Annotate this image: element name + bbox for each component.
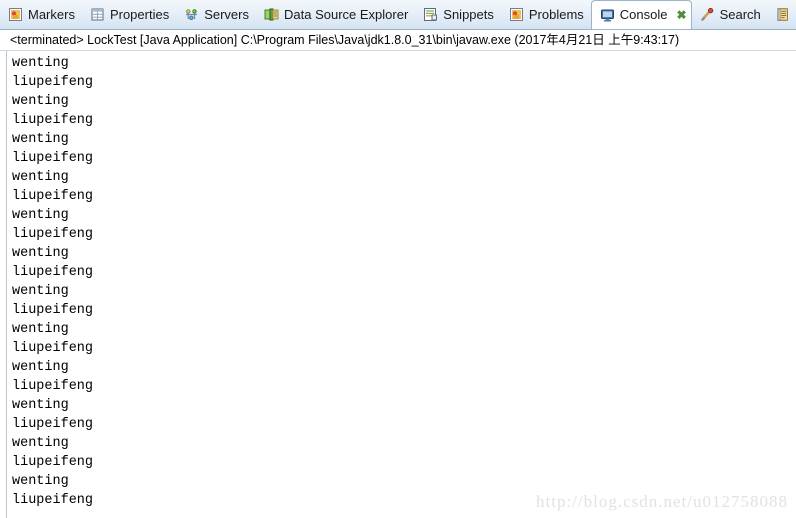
eclipse-console-window: Markers Properties Servers Data Source E… [0,0,796,518]
tab-label: Console [619,7,668,22]
tab-console[interactable]: Console ✖ [590,0,692,29]
tab-label: Search [719,6,761,22]
tab-label: Problems [528,6,584,22]
snippets-icon [423,7,438,22]
console-line: liupeifeng [12,151,94,166]
history-icon [776,7,791,22]
tab-problems[interactable]: Problems [501,0,591,29]
console-line: wenting [12,246,69,261]
console-line: wenting [12,208,69,223]
tab-label: Properties [109,6,170,22]
console-line: liupeifeng [12,113,94,128]
console-line: wenting [12,398,69,413]
console-line: liupeifeng [12,227,94,242]
launch-configuration-header: <terminated> LockTest [Java Application]… [0,30,796,51]
console-line: liupeifeng [12,265,94,280]
console-line: wenting [12,436,69,451]
console-output-panel[interactable]: wenting liupeifeng wenting liupeifeng wentin… [0,51,796,518]
tab-snippets[interactable]: Snippets [415,0,501,29]
console-line: wenting [12,322,69,337]
tab-history[interactable]: History [768,0,796,29]
console-line: liupeifeng [12,189,94,204]
console-line: wenting [12,94,69,109]
view-tab-bar: Markers Properties Servers Data Source E… [0,0,796,30]
tab-label: Data Source Explorer [284,6,409,22]
console-line: wenting [12,474,69,489]
console-line: liupeifeng [12,379,94,394]
console-line: wenting [12,284,69,299]
markers-icon [8,7,23,22]
console-line: wenting [12,170,69,185]
tab-label: Markers [28,6,75,22]
console-line: liupeifeng [12,75,94,90]
tab-label: Snippets [443,6,494,22]
console-line: liupeifeng [12,455,94,470]
console-line: liupeifeng [12,303,94,318]
servers-icon [184,7,199,22]
tab-properties[interactable]: Properties [82,0,176,29]
console-icon [600,8,615,23]
console-line: wenting [12,360,69,375]
console-line-list: wenting liupeifeng wenting liupeifeng wentin… [12,54,796,510]
tab-search[interactable]: Search [692,0,768,29]
console-line: wenting [12,132,69,147]
watermark-url: http://blog.csdn.net/u012758088 [536,492,788,511]
tab-data-source-explorer[interactable]: Data Source Explorer [256,0,415,29]
tab-markers[interactable]: Markers [0,0,82,29]
tab-servers[interactable]: Servers [176,0,256,29]
console-line: liupeifeng [12,341,94,356]
problems-icon [509,7,524,22]
search-icon [700,7,715,22]
close-icon[interactable]: ✖ [677,9,687,21]
properties-icon [90,7,105,22]
data-source-explorer-icon [264,7,279,22]
tab-label: Servers [204,6,249,22]
console-gutter [0,51,7,518]
console-line: wenting [12,56,69,71]
console-line: liupeifeng [12,417,94,432]
